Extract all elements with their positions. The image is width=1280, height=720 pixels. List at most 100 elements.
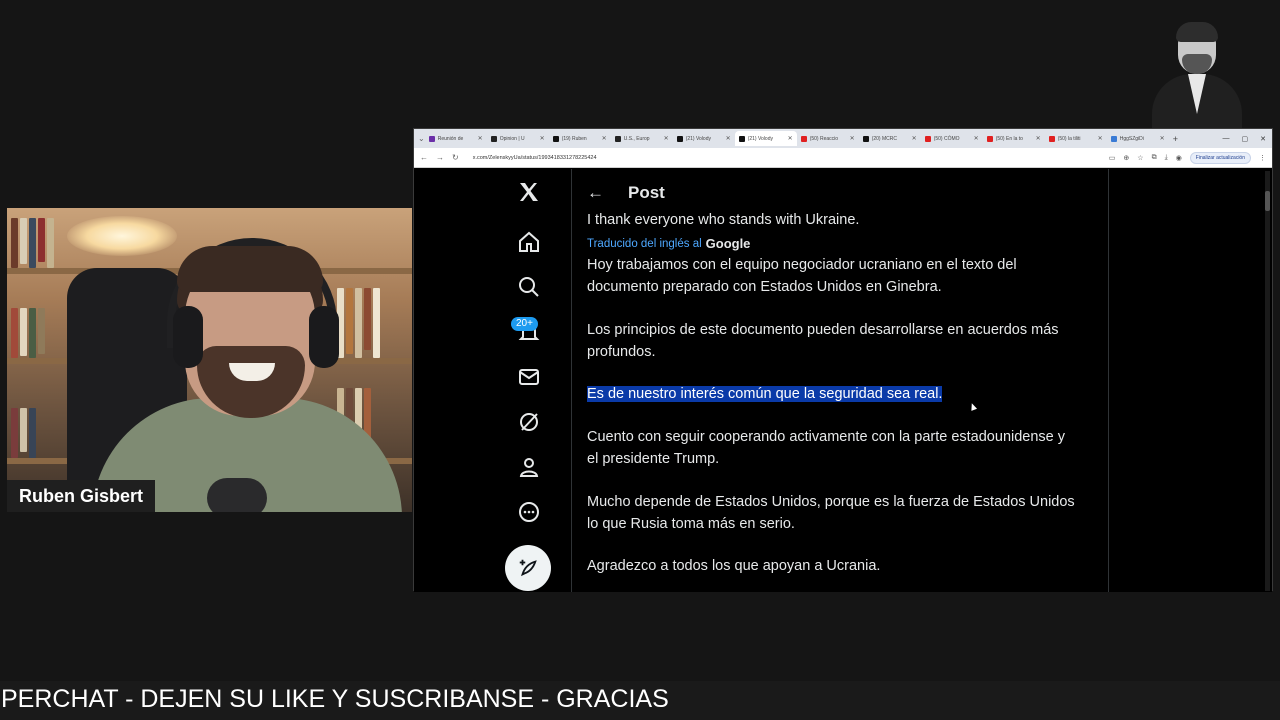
tab-close-icon[interactable]: ✕ — [1160, 135, 1165, 142]
tab-label: (50) En la to — [995, 135, 1023, 142]
new-tab-button[interactable]: + — [1173, 134, 1178, 144]
feather-plus-icon — [519, 559, 537, 577]
browser-window: ⌄ Reunión de ✕ Opinion | U ✕ (19) Ruben ✕ U.S.… — [413, 128, 1273, 592]
profile-nav-icon[interactable] — [514, 452, 544, 482]
downloads-icon[interactable]: ⤓ — [1165, 154, 1168, 162]
browser-tab[interactable]: Opinion | U ✕ — [487, 131, 549, 146]
home-icon[interactable] — [514, 227, 544, 257]
x-post-page: 20+ I thank everyone who stands with Ukr… — [414, 169, 1272, 592]
paragraph: Los principios de este documento pueden … — [587, 322, 1059, 360]
paragraph: Agradezco a todos los que apoyan a Ucran… — [587, 558, 881, 574]
translated-label[interactable]: Traducido del inglés al — [587, 233, 702, 255]
original-text-line: I thank everyone who stands with Ukraine… — [587, 212, 860, 228]
tab-search-icon[interactable]: ⌄ — [418, 134, 425, 143]
cast-icon[interactable]: ▭ — [1109, 154, 1116, 162]
address-bar: ← → ↻ x.com/ZelenskyyUa/status/199341833… — [414, 148, 1272, 168]
browser-tab[interactable]: (50) la tiliti ✕ — [1045, 131, 1107, 146]
scrollbar[interactable] — [1265, 171, 1270, 591]
browser-tab[interactable]: (19) Ruben ✕ — [549, 131, 611, 146]
tab-favicon-icon — [800, 135, 807, 142]
browser-tab[interactable]: (50) Reaccio ✕ — [797, 131, 859, 146]
menu-kebab-icon[interactable]: ⋮ — [1259, 154, 1266, 162]
minimize-icon[interactable]: — — [1223, 135, 1230, 143]
tab-close-icon[interactable]: ✕ — [602, 135, 607, 142]
profile-icon[interactable]: ◉ — [1176, 154, 1182, 162]
ticker-banner: PERCHAT - DEJEN SU LIKE Y SUSCRIBANSE - … — [0, 681, 1280, 720]
back-arrow-icon[interactable]: ← — [587, 183, 604, 203]
tab-favicon-icon — [1110, 135, 1117, 142]
browser-tab[interactable]: (50) CÓMO ✕ — [921, 131, 983, 146]
paragraph: Hoy trabajamos con el equipo negociador … — [587, 257, 1017, 295]
tab-label: (50) Reaccio — [809, 135, 839, 142]
extensions-icon[interactable]: ⧉ — [1152, 154, 1157, 162]
tab-label: (21) Volody — [685, 135, 711, 142]
scrollbar-thumb[interactable] — [1265, 191, 1270, 211]
tab-close-icon[interactable]: ✕ — [540, 135, 545, 142]
tab-favicon-icon — [428, 135, 435, 142]
tab-close-icon[interactable]: ✕ — [850, 135, 855, 142]
compose-post-button[interactable] — [505, 545, 551, 591]
stream-scene: Ruben Gisbert ⌄ Reunión de ✕ Opinion | U ✕(… — [0, 0, 1280, 720]
back-nav-icon[interactable]: ← — [420, 153, 428, 162]
tab-label: Opinion | U — [499, 135, 525, 142]
tab-close-icon[interactable]: ✕ — [1098, 135, 1103, 142]
url-field[interactable]: x.com/ZelenskyyUa/status/199341833127822… — [473, 155, 597, 161]
tab-label: HggSZgiDi — [1119, 135, 1144, 142]
presenter-avatar — [1146, 18, 1246, 130]
browser-tab[interactable]: (50) En la to ✕ — [983, 131, 1045, 146]
google-brand: Google — [705, 236, 751, 251]
highlighted-paragraph: Es de nuestro interés común que la segur… — [587, 383, 1077, 405]
tab-favicon-icon — [986, 135, 993, 142]
bookmark-star-icon[interactable]: ☆ — [1137, 154, 1143, 162]
paragraph: Cuento con seguir cooperando activamente… — [587, 429, 1066, 467]
tab-label: U.S., Europ — [623, 135, 650, 142]
tab-label: (21) Volody — [747, 135, 773, 142]
tab-label: (19) Ruben — [561, 135, 587, 142]
tab-label: Reunión de — [437, 135, 464, 142]
browser-tab[interactable]: (21) Volody ✕ — [673, 131, 735, 146]
tab-favicon-icon — [1048, 135, 1055, 142]
tab-close-icon[interactable]: ✕ — [664, 135, 669, 142]
page-title: Post — [628, 183, 665, 202]
reload-icon[interactable]: ↻ — [452, 153, 459, 162]
browser-tab[interactable]: U.S., Europ ✕ — [611, 131, 673, 146]
browser-tab[interactable]: (20) MCRC ✕ — [859, 131, 921, 146]
selection-highlight: Es de nuestro interés común que la segur… — [587, 386, 943, 402]
messages-icon[interactable] — [514, 362, 544, 392]
tab-close-icon[interactable]: ✕ — [912, 135, 917, 142]
tab-label: (20) MCRC — [871, 135, 897, 142]
close-window-icon[interactable]: ✕ — [1260, 135, 1266, 143]
forward-nav-icon[interactable]: → — [436, 153, 444, 162]
browser-tab[interactable]: HggSZgiDi ✕ — [1107, 131, 1169, 146]
tab-favicon-icon — [490, 135, 497, 142]
tab-label: (50) CÓMO — [933, 135, 960, 142]
tab-close-icon[interactable]: ✕ — [726, 135, 731, 142]
notifications-badge: 20+ — [511, 317, 538, 331]
tab-close-icon[interactable]: ✕ — [788, 135, 793, 142]
column-divider — [1108, 169, 1109, 592]
tab-favicon-icon — [676, 135, 683, 142]
search-icon[interactable] — [514, 272, 544, 302]
tab-strip: ⌄ Reunión de ✕ Opinion | U ✕ (19) Ruben ✕ U.S.… — [414, 129, 1272, 148]
grok-icon[interactable] — [514, 407, 544, 437]
tab-favicon-icon — [614, 135, 621, 142]
update-button[interactable]: Finalizar actualización — [1189, 151, 1251, 164]
presenter-name-tag: Ruben Gisbert — [7, 480, 156, 512]
x-nav-rail — [502, 169, 572, 592]
tab-label: (50) la tiliti — [1057, 135, 1081, 142]
tab-favicon-icon — [738, 135, 745, 142]
tab-close-icon[interactable]: ✕ — [1036, 135, 1041, 142]
maximize-icon[interactable]: ▢ — [1242, 135, 1249, 143]
browser-tab[interactable]: (21) Volody ✕ — [734, 131, 797, 146]
zoom-icon[interactable]: ⊕ — [1123, 154, 1129, 162]
browser-tab[interactable]: Reunión de ✕ — [425, 131, 487, 146]
post-header: ← Post — [587, 179, 665, 207]
webcam-feed — [7, 208, 412, 512]
paragraph: Mucho depende de Estados Unidos, porque … — [587, 494, 1075, 532]
tab-close-icon[interactable]: ✕ — [478, 135, 483, 142]
tab-close-icon[interactable]: ✕ — [974, 135, 979, 142]
x-logo-icon[interactable] — [514, 177, 544, 207]
translation-attribution: Traducido del inglés al Google — [587, 233, 750, 255]
tab-favicon-icon — [552, 135, 559, 142]
more-icon[interactable] — [514, 497, 544, 527]
